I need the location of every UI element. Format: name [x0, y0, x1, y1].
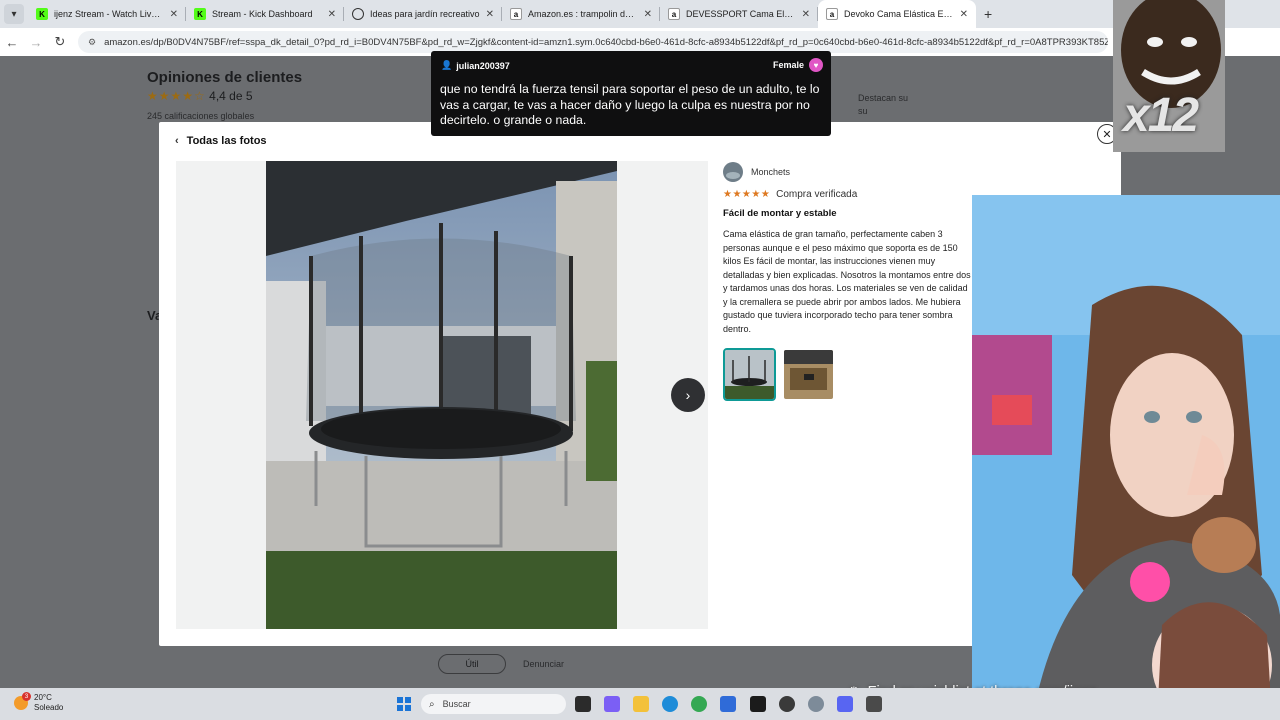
- kick-icon: K: [194, 8, 206, 20]
- chevron-left-icon: ‹: [175, 135, 179, 147]
- weather-condition: Soleado: [34, 703, 64, 712]
- side-note: Destacan su: [858, 93, 909, 103]
- report-link[interactable]: Denunciar: [523, 659, 564, 669]
- browser-tab[interactable]: a Amazon.es : trampolin de exterior ✕: [502, 0, 660, 28]
- close-tab-icon[interactable]: ✕: [328, 9, 336, 20]
- rating-summary: ★★★★☆ 4,4 de 5: [147, 89, 253, 103]
- amazon-icon: a: [510, 8, 522, 20]
- close-tab-icon[interactable]: ✕: [170, 9, 178, 20]
- heart-icon: ♥: [809, 58, 823, 72]
- chat-username: 👤 julian200397: [441, 60, 510, 71]
- review-stars-icon: ★★★★★: [723, 189, 771, 200]
- review-panel: Monchets ★★★★★ Compra verificada Fácil d…: [723, 162, 983, 401]
- meme-overlay: x12: [1113, 0, 1225, 152]
- reviews-heading: Opiniones de clientes: [147, 69, 303, 86]
- review-rating: ★★★★★ Compra verificada: [723, 189, 983, 200]
- webcam-illustration: [972, 195, 1280, 720]
- obs-icon[interactable]: [779, 696, 795, 712]
- windows-taskbar: 3 20°C Soleado ⌕ Buscar: [0, 688, 1280, 720]
- avatar: [723, 162, 743, 182]
- stream-chat-alert: 👤 julian200397 Female ♥ que no tendrá la…: [431, 51, 831, 136]
- review-thumbnails: [723, 348, 983, 401]
- streamer-webcam: [972, 195, 1280, 720]
- thumbnail[interactable]: [782, 348, 835, 401]
- verified-purchase: Compra verificada: [776, 189, 858, 200]
- tab-title: ijenz Stream - Watch Live on Kick: [54, 9, 164, 19]
- browser-tab[interactable]: K Stream - Kick Dashboard ✕: [186, 0, 344, 28]
- trampoline-photo-illustration: [266, 161, 617, 629]
- task-view-icon[interactable]: [575, 696, 591, 712]
- edge-icon[interactable]: [662, 696, 678, 712]
- helpful-button[interactable]: Útil: [438, 654, 506, 674]
- close-tab-icon[interactable]: ✕: [644, 9, 652, 20]
- all-photos-link[interactable]: ‹ Todas las fotos: [175, 135, 267, 147]
- back-arrow-icon[interactable]: ←: [0, 35, 24, 50]
- thumbnail-selected[interactable]: [723, 348, 776, 401]
- close-tab-icon[interactable]: ✕: [802, 9, 810, 20]
- user-icon: 👤: [441, 60, 453, 70]
- amazon-icon: a: [826, 8, 838, 20]
- review-title: Fácil de montar y estable: [723, 208, 837, 219]
- review-photo: [266, 161, 617, 629]
- ratings-count: 245 calificaciones globales: [147, 111, 255, 121]
- browser-tab-active[interactable]: a Devoko Cama Elástica Exterior ✕: [818, 0, 976, 28]
- reviewer-name: Monchets: [751, 167, 791, 177]
- close-tab-icon[interactable]: ✕: [960, 9, 968, 20]
- address-bar[interactable]: ⚙ amazon.es/dp/B0DV4N75BF/ref=sspa_dk_de…: [78, 31, 1108, 53]
- notification-badge: 3: [22, 692, 31, 701]
- tab-title: DEVESSPORT Cama Elástica para: [686, 9, 796, 19]
- settings-icon[interactable]: [808, 696, 824, 712]
- forward-arrow-icon[interactable]: →: [24, 35, 48, 50]
- chat-message: que no tendrá la fuerza tensil para sopo…: [440, 82, 820, 127]
- thumbnail-image: [725, 350, 774, 399]
- weather-widget[interactable]: 3 20°C Soleado: [14, 692, 64, 713]
- file-explorer-icon[interactable]: [633, 696, 649, 712]
- tab-title: Stream - Kick Dashboard: [212, 9, 313, 19]
- kick-icon: K: [36, 8, 48, 20]
- browser-tab[interactable]: Ideas para jardín recreativo ✕: [344, 0, 502, 28]
- discord-icon[interactable]: [837, 696, 853, 712]
- photo-viewer: ›: [176, 161, 708, 629]
- temperature: 20°C: [34, 693, 52, 702]
- sun-icon: 3: [14, 692, 31, 710]
- new-tab-icon[interactable]: +: [984, 6, 992, 22]
- close-tab-icon[interactable]: ✕: [486, 9, 494, 20]
- meme-text: x12: [1123, 89, 1199, 142]
- globe-icon: [352, 8, 364, 20]
- tab-title: Ideas para jardín recreativo: [370, 9, 480, 19]
- reviewer: Monchets: [723, 162, 983, 182]
- url-text: amazon.es/dp/B0DV4N75BF/ref=sspa_dk_deta…: [104, 36, 1108, 48]
- browser-tab[interactable]: K ijenz Stream - Watch Live on Kick ✕: [28, 0, 186, 28]
- rating-stars-icon: ★★★★☆: [147, 89, 206, 103]
- reload-icon[interactable]: ↻: [48, 34, 72, 50]
- next-photo-button[interactable]: ›: [671, 378, 705, 412]
- chat-gender: Female ♥: [773, 58, 823, 72]
- search-icon: ⌕: [429, 698, 435, 710]
- store-icon[interactable]: [720, 696, 736, 712]
- amazon-icon: a: [668, 8, 680, 20]
- app-icon[interactable]: [866, 696, 882, 712]
- chrome-icon[interactable]: [691, 696, 707, 712]
- tab-title: Amazon.es : trampolin de exterior: [528, 9, 638, 19]
- thumbnail-image: [784, 350, 833, 399]
- review-body: Cama elástica de gran tamaño, perfectame…: [723, 229, 971, 334]
- tab-search-icon[interactable]: ▾: [4, 4, 24, 24]
- browser-tab-bar: ▾ K ijenz Stream - Watch Live on Kick ✕ …: [0, 0, 1280, 28]
- site-info-icon[interactable]: ⚙: [88, 37, 96, 48]
- taskbar-search[interactable]: ⌕ Buscar: [421, 694, 566, 714]
- copilot-icon[interactable]: [604, 696, 620, 712]
- browser-tab[interactable]: a DEVESSPORT Cama Elástica para ✕: [660, 0, 818, 28]
- epic-games-icon[interactable]: [750, 696, 766, 712]
- windows-start-icon[interactable]: [397, 697, 411, 711]
- tab-title: Devoko Cama Elástica Exterior: [844, 9, 954, 19]
- side-note-2: su: [858, 106, 868, 116]
